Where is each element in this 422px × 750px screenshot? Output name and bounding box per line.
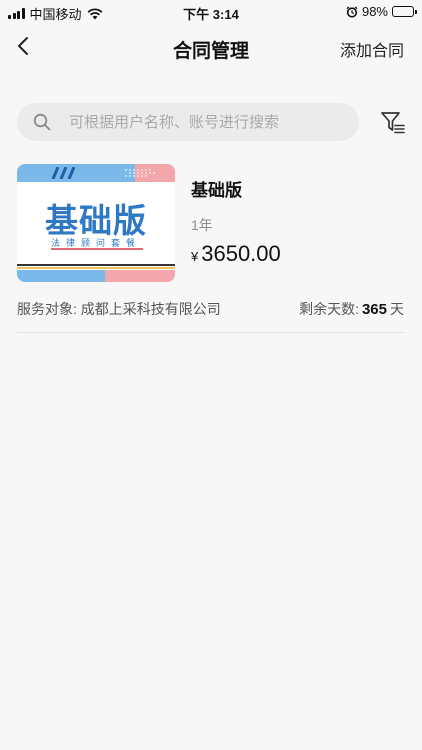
thumb-rule-dark [17,264,175,266]
alarm-icon [346,5,358,18]
remaining-days-value: 365 [361,301,387,318]
thumb-stripes [51,167,76,179]
package-name: 基础版 [191,181,242,200]
thumb-title: 基础版 [45,201,147,240]
service-label: 服务对象: [17,301,77,317]
battery-percent: 98% [361,4,388,19]
service-target: 服务对象: 成都上采科技有限公司 [17,299,221,319]
thumb-rule-gold [17,267,175,269]
price-amount: 3650.00 [201,241,281,266]
add-contract-button[interactable]: 添加合同 [340,37,404,61]
filter-icon[interactable] [380,110,406,136]
status-bar: 中国移动 下午 3:14 98% [0,0,422,24]
package-period: 1年 [191,217,213,233]
remaining-days: 剩余天数: 365 天 [299,299,404,319]
remaining-label: 剩余天数: [299,301,359,317]
thumb-dashes [125,169,155,177]
battery-icon [392,6,417,17]
currency-symbol: ¥ [191,249,199,264]
thumb-underline [51,248,143,250]
package-price: ¥3650.00 [191,241,281,267]
search-icon [33,113,51,131]
thumb-bottom-band-accent [105,270,175,282]
nav-bar: 合同管理 添加合同 [0,26,422,68]
search-box [17,103,359,141]
remaining-unit: 天 [390,301,404,317]
back-chevron-icon[interactable] [12,34,36,58]
search-input[interactable] [69,103,349,141]
package-thumbnail: 基础版 法律顾问套餐 [17,164,175,282]
status-right: 98% [346,4,417,19]
card-divider [17,332,405,333]
service-company: 成都上采科技有限公司 [80,301,221,317]
